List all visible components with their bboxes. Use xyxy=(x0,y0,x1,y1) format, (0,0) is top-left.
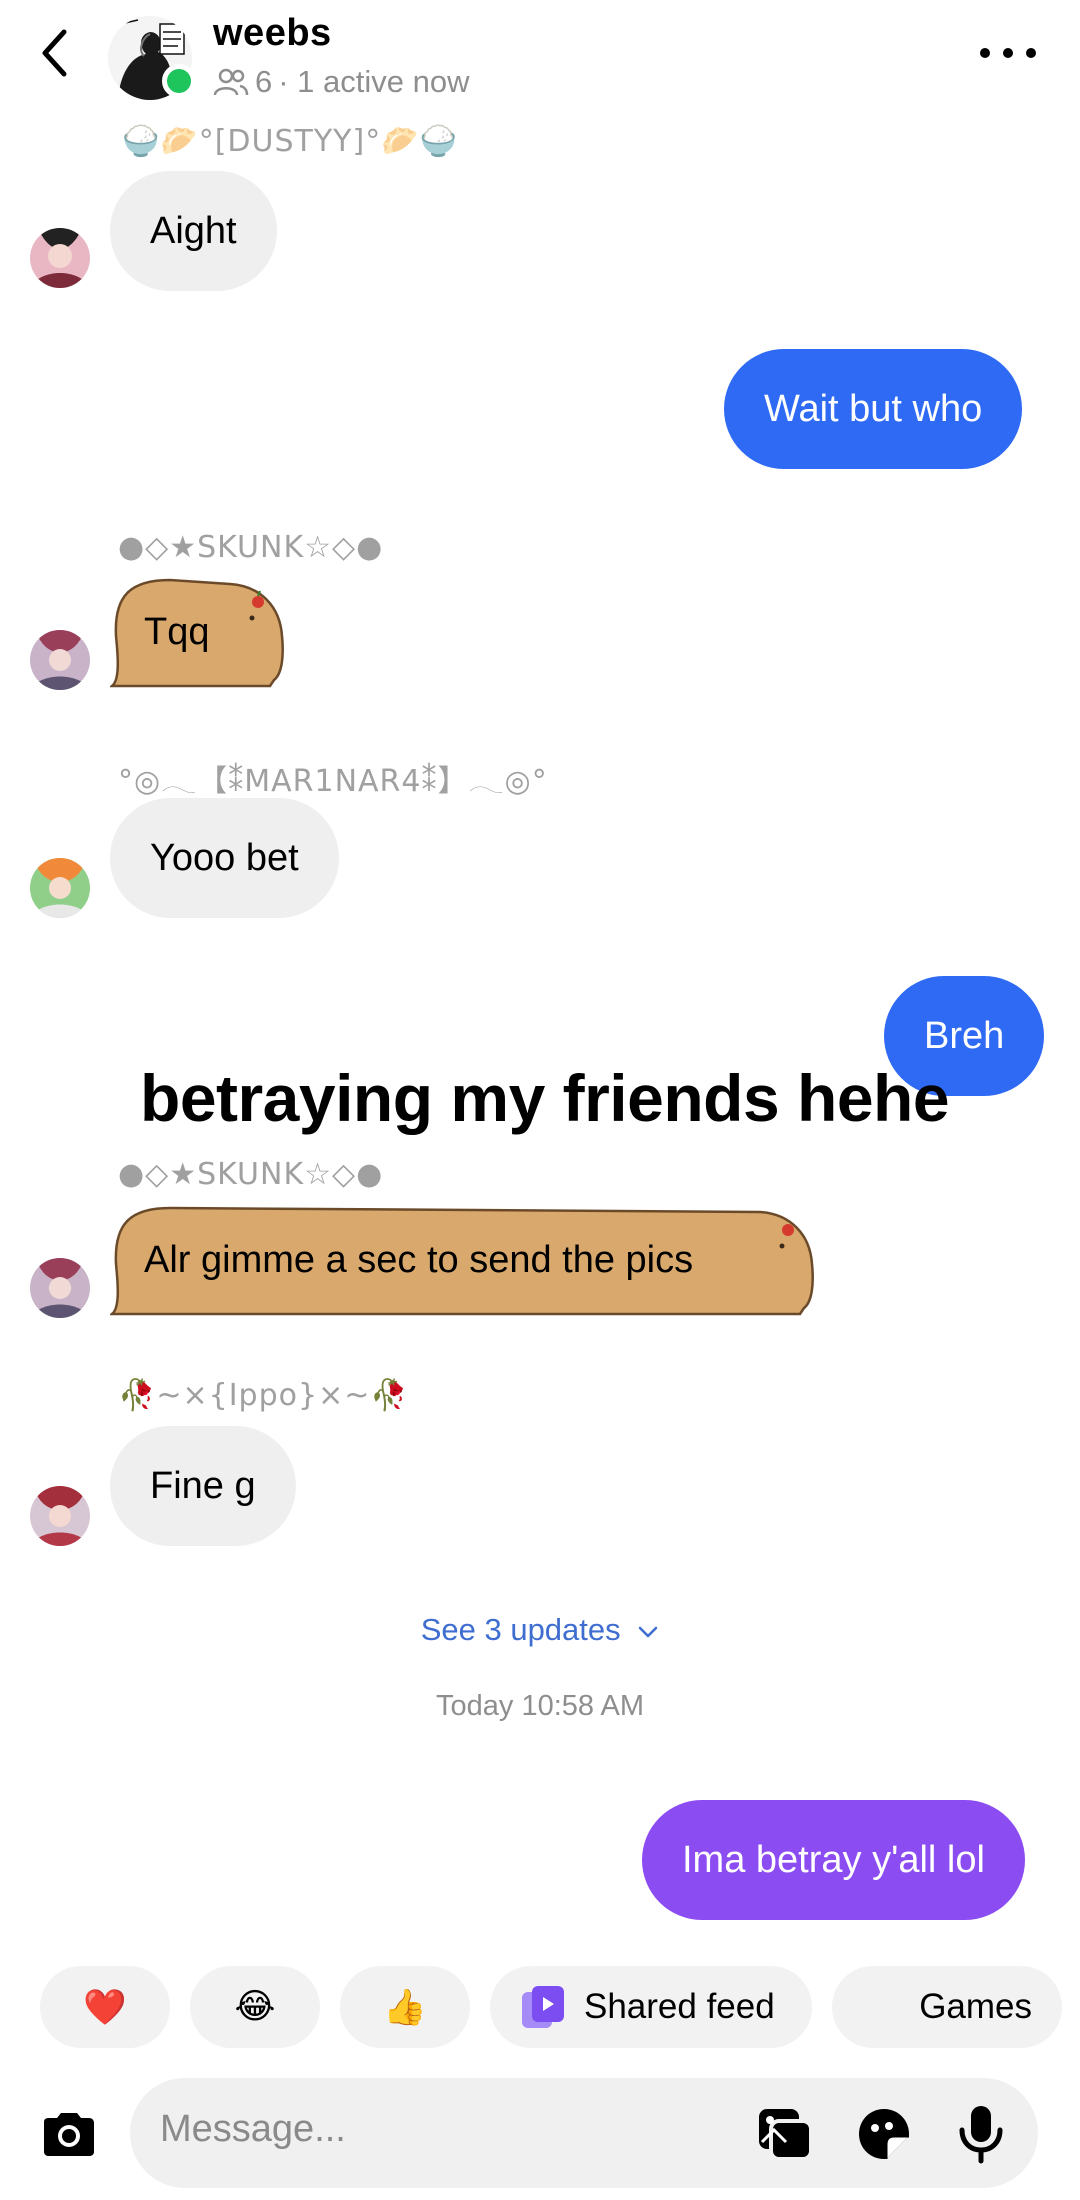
see-updates-label: See 3 updates xyxy=(420,1612,621,1647)
gallery-button[interactable] xyxy=(756,2106,814,2162)
message-text: Yooo bet xyxy=(150,836,299,879)
message-bubble-outgoing[interactable]: Ima betray y'all lol xyxy=(642,1800,1025,1920)
message-text: Fine g xyxy=(150,1464,256,1507)
more-options-button[interactable] xyxy=(980,38,1036,68)
heart-reaction-button[interactable]: ❤️ xyxy=(40,1966,170,2048)
microphone-button[interactable] xyxy=(956,2104,1006,2164)
sender-name: ●◇★SKUNK☆◇● xyxy=(118,530,384,565)
chat-status: 6 · 1 active now xyxy=(213,64,470,100)
message-bubble[interactable]: Aight xyxy=(110,171,277,291)
gallery-icon xyxy=(759,2109,813,2161)
sender-name: ●◇★SKUNK☆◇● xyxy=(118,1157,384,1192)
group-avatar[interactable] xyxy=(108,16,196,100)
games-button[interactable]: Games xyxy=(832,1966,1062,2048)
message-text: Ima betray y'all lol xyxy=(682,1838,985,1881)
message-bubble[interactable]: Yooo bet xyxy=(110,798,339,918)
avatar[interactable] xyxy=(30,1258,90,1318)
message-bubble[interactable]: Alr gimme a sec to send the pics xyxy=(110,1204,820,1316)
people-icon xyxy=(213,68,249,96)
sender-name: 🍚🥟°[DUSTYY]°🥟🍚 xyxy=(122,124,458,159)
laugh-emoji-icon: 😂 xyxy=(234,1987,276,2026)
thumbs-up-icon: 👍 xyxy=(383,1987,427,2027)
message-bubble-outgoing[interactable]: Wait but who xyxy=(724,349,1023,469)
sticker-button[interactable] xyxy=(856,2106,914,2162)
message-text: Wait but who xyxy=(764,387,983,430)
chevron-left-icon xyxy=(42,29,67,77)
camera-icon xyxy=(44,2113,94,2156)
message-bubble[interactable]: Fine g xyxy=(110,1426,296,1546)
see-updates-link[interactable]: See 3 updates xyxy=(0,1612,1080,1648)
thumbs-up-reaction-button[interactable]: 👍 xyxy=(340,1966,470,2048)
avatar[interactable] xyxy=(30,1486,90,1546)
message-text: Breh xyxy=(924,1014,1005,1057)
chat-title[interactable]: weebs xyxy=(213,12,332,55)
laugh-reaction-button[interactable]: 😂 xyxy=(190,1966,320,2048)
active-status: · 1 active now xyxy=(278,64,470,99)
more-icon xyxy=(980,48,990,58)
member-count: 6 xyxy=(255,64,273,99)
sticker-icon xyxy=(859,2109,909,2159)
microphone-icon xyxy=(959,2106,1003,2164)
sender-name: °◎𓂃【⁑MAR1NAR4⁑】𓂃◎° xyxy=(118,764,548,799)
avatar[interactable] xyxy=(30,630,90,690)
shared-feed-icon xyxy=(522,1986,564,2028)
avatar[interactable] xyxy=(30,858,90,918)
message-text: Tqq xyxy=(144,610,210,653)
overlay-caption: betraying my friends hehe xyxy=(140,1061,950,1135)
timestamp: Today 10:58 AM xyxy=(436,1690,644,1722)
camera-button[interactable] xyxy=(40,2110,100,2160)
games-label: Games xyxy=(919,1987,1032,2026)
message-text: Aight xyxy=(150,209,237,252)
sender-name: 🥀~×{Ippo}×~🥀 xyxy=(118,1378,409,1413)
heart-icon: ❤️ xyxy=(83,1987,127,2027)
message-bubble[interactable]: Tqq xyxy=(110,576,290,688)
shared-feed-button[interactable]: Shared feed xyxy=(490,1966,812,2048)
message-text: Alr gimme a sec to send the pics xyxy=(144,1238,694,1281)
avatar[interactable] xyxy=(30,228,90,288)
shared-feed-label: Shared feed xyxy=(584,1987,775,2026)
message-input[interactable] xyxy=(160,2108,720,2151)
back-button[interactable] xyxy=(30,22,80,84)
online-indicator xyxy=(162,64,196,98)
chevron-down-icon xyxy=(638,1626,658,1638)
